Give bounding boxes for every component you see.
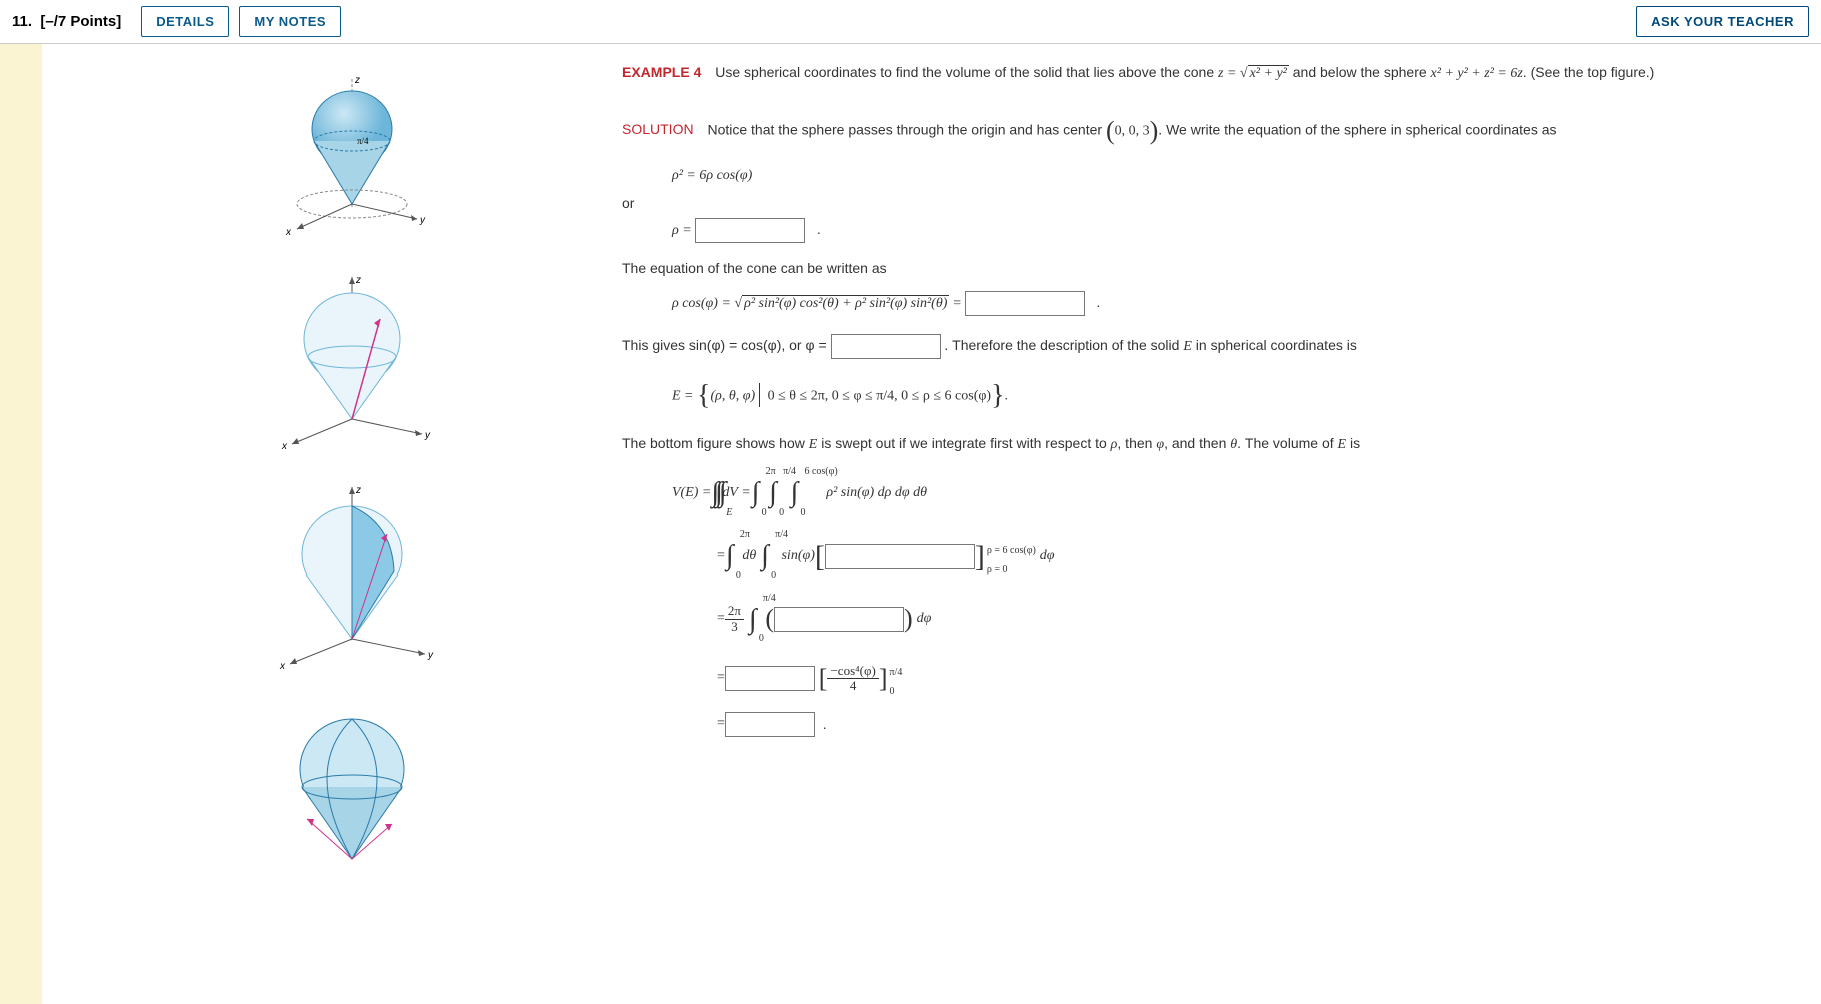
or-label: or (622, 190, 1801, 217)
figure-phi-vary: z y x (262, 479, 442, 689)
solution-text: EXAMPLE 4 Use spherical coordinates to f… (612, 59, 1821, 1004)
figures-column: z y x π/4 z y (42, 59, 612, 1004)
highlight-margin (0, 44, 42, 1004)
answer-coefficient[interactable] (725, 666, 815, 691)
example-label: EXAMPLE 4 (622, 64, 701, 80)
svg-text:z: z (355, 275, 361, 286)
solution-intro: SOLUTION Notice that the sphere passes t… (622, 106, 1801, 155)
content-area: z y x π/4 z y (0, 44, 1821, 1004)
eq-rho-squared: ρ² = 6ρ cos(φ) (672, 163, 1801, 190)
answer-final[interactable] (725, 712, 815, 737)
figure-rho-vary: z y x (262, 269, 442, 469)
svg-text:y: y (424, 430, 431, 441)
svg-text:x: x (281, 441, 288, 452)
svg-text:z: z (354, 75, 360, 86)
svg-text:x: x (279, 661, 286, 672)
solution-label: SOLUTION (622, 121, 694, 137)
figure-cone-sphere: z y x π/4 (262, 69, 442, 259)
volume-line-5: = . (717, 711, 1801, 738)
details-button[interactable]: DETAILS (141, 6, 229, 37)
question-number: 11. [–/7 Points] (12, 13, 121, 30)
question-header: 11. [–/7 Points] DETAILS MY NOTES ASK YO… (0, 0, 1821, 44)
answer-cone-simplify[interactable] (965, 291, 1085, 316)
answer-inner-integral[interactable] (825, 544, 975, 569)
svg-text:π/4: π/4 (357, 136, 369, 146)
my-notes-button[interactable]: MY NOTES (239, 6, 341, 37)
ask-teacher-button[interactable]: ASK YOUR TEACHER (1636, 6, 1809, 37)
cone-eq-text: The equation of the cone can be written … (622, 255, 1801, 282)
volume-line-3: = 2π3 ∫π/40 ( ) dφ (717, 593, 1801, 646)
volume-line-4: = [ −cos⁴(φ)4 ] π/40 (717, 654, 1801, 703)
phi-solve-line: This gives sin(φ) = cos(φ), or φ = . The… (622, 332, 1801, 361)
cone-equation-line: ρ cos(φ) = ρ² sin²(φ) cos²(θ) + ρ² sin²(… (672, 289, 1801, 318)
svg-text:y: y (419, 215, 426, 226)
rho-equals-line: ρ = . (672, 216, 1801, 245)
volume-line-1: V(E) = ∫∫∫E dV = ∫2π0 ∫π/40 ∫6 cos(φ)0 ρ… (672, 466, 1801, 519)
svg-text:x: x (285, 227, 292, 238)
answer-after-rho[interactable] (774, 607, 904, 632)
svg-text:z: z (355, 485, 361, 496)
volume-line-2: = ∫2π0 dθ ∫π/40 sin(φ) [ ] ρ = 6 cos(φ)ρ… (717, 528, 1801, 585)
figure-theta-vary (262, 699, 442, 899)
answer-rho[interactable] (695, 218, 805, 243)
example-statement: EXAMPLE 4 Use spherical coordinates to f… (622, 59, 1801, 88)
sweep-text: The bottom figure shows how E is swept o… (622, 430, 1801, 459)
svg-text:y: y (427, 650, 434, 661)
set-description: E = {(ρ, θ, φ) 0 ≤ θ ≤ 2π, 0 ≤ φ ≤ π/4, … (672, 369, 1801, 422)
answer-phi[interactable] (831, 334, 941, 359)
